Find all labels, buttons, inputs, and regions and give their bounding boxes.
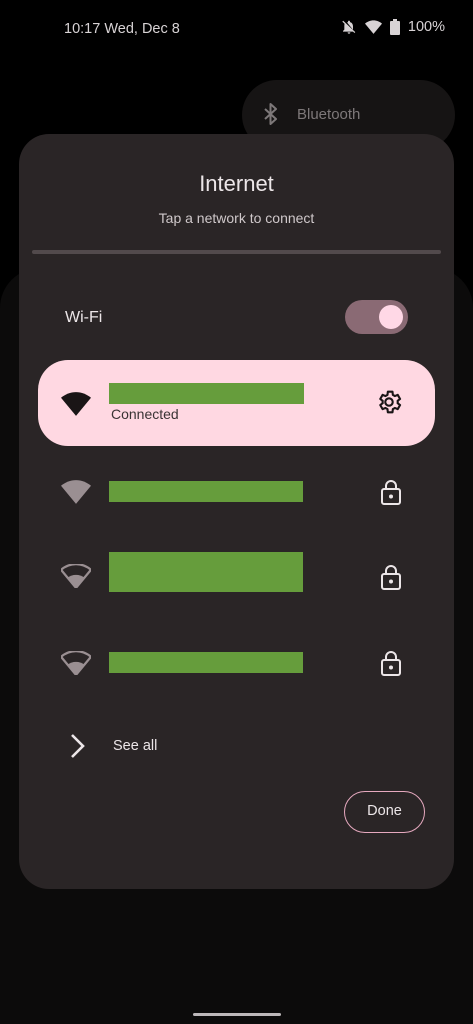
status-icons: 100% [341,19,445,35]
lock-icon [381,480,401,505]
network-item[interactable] [19,640,454,684]
wifi-full-icon [61,480,91,504]
lock-icon [381,565,401,590]
network-item[interactable] [19,470,454,514]
home-indicator[interactable] [193,1013,281,1016]
wifi-full-icon [61,392,91,416]
battery-icon [389,19,400,35]
done-button[interactable]: Done [344,791,425,833]
gear-icon[interactable] [375,388,403,416]
wifi-weak-icon [61,564,91,588]
bluetooth-icon [264,103,277,125]
network-name-redacted [109,383,304,404]
connected-network-item[interactable]: Connected [38,360,435,446]
wifi-icon [364,19,382,34]
status-clock: 10:17 [64,21,101,37]
network-name-redacted [109,652,303,673]
chevron-right-icon [71,734,85,758]
done-label: Done [367,803,402,819]
wifi-toggle-row[interactable]: Wi-Fi [19,300,454,336]
bluetooth-label: Bluetooth [297,106,361,123]
dialog-subtitle: Tap a network to connect [158,210,315,226]
divider [32,250,441,254]
see-all-button[interactable]: See all [67,730,247,762]
internet-dialog: Internet Tap a network to connect Wi-Fi … [19,134,454,889]
dialog-title: Internet [199,171,274,196]
network-name-redacted [109,481,303,502]
see-all-label: See all [113,738,158,754]
wifi-toggle[interactable] [345,300,408,334]
wifi-label: Wi-Fi [65,309,103,326]
notifications-off-icon [342,20,356,34]
network-item[interactable] [19,550,454,594]
status-time: 10:17 Wed, Dec 8 [64,21,180,37]
network-name-redacted [109,552,303,592]
status-bar: 10:17 Wed, Dec 8 100% [0,0,473,60]
network-status: Connected [111,406,179,422]
lock-icon [381,651,401,676]
wifi-weak-icon [61,651,91,675]
status-date: Wed, Dec 8 [104,21,180,37]
battery-percent: 100% [407,19,445,35]
toggle-knob [379,305,403,329]
